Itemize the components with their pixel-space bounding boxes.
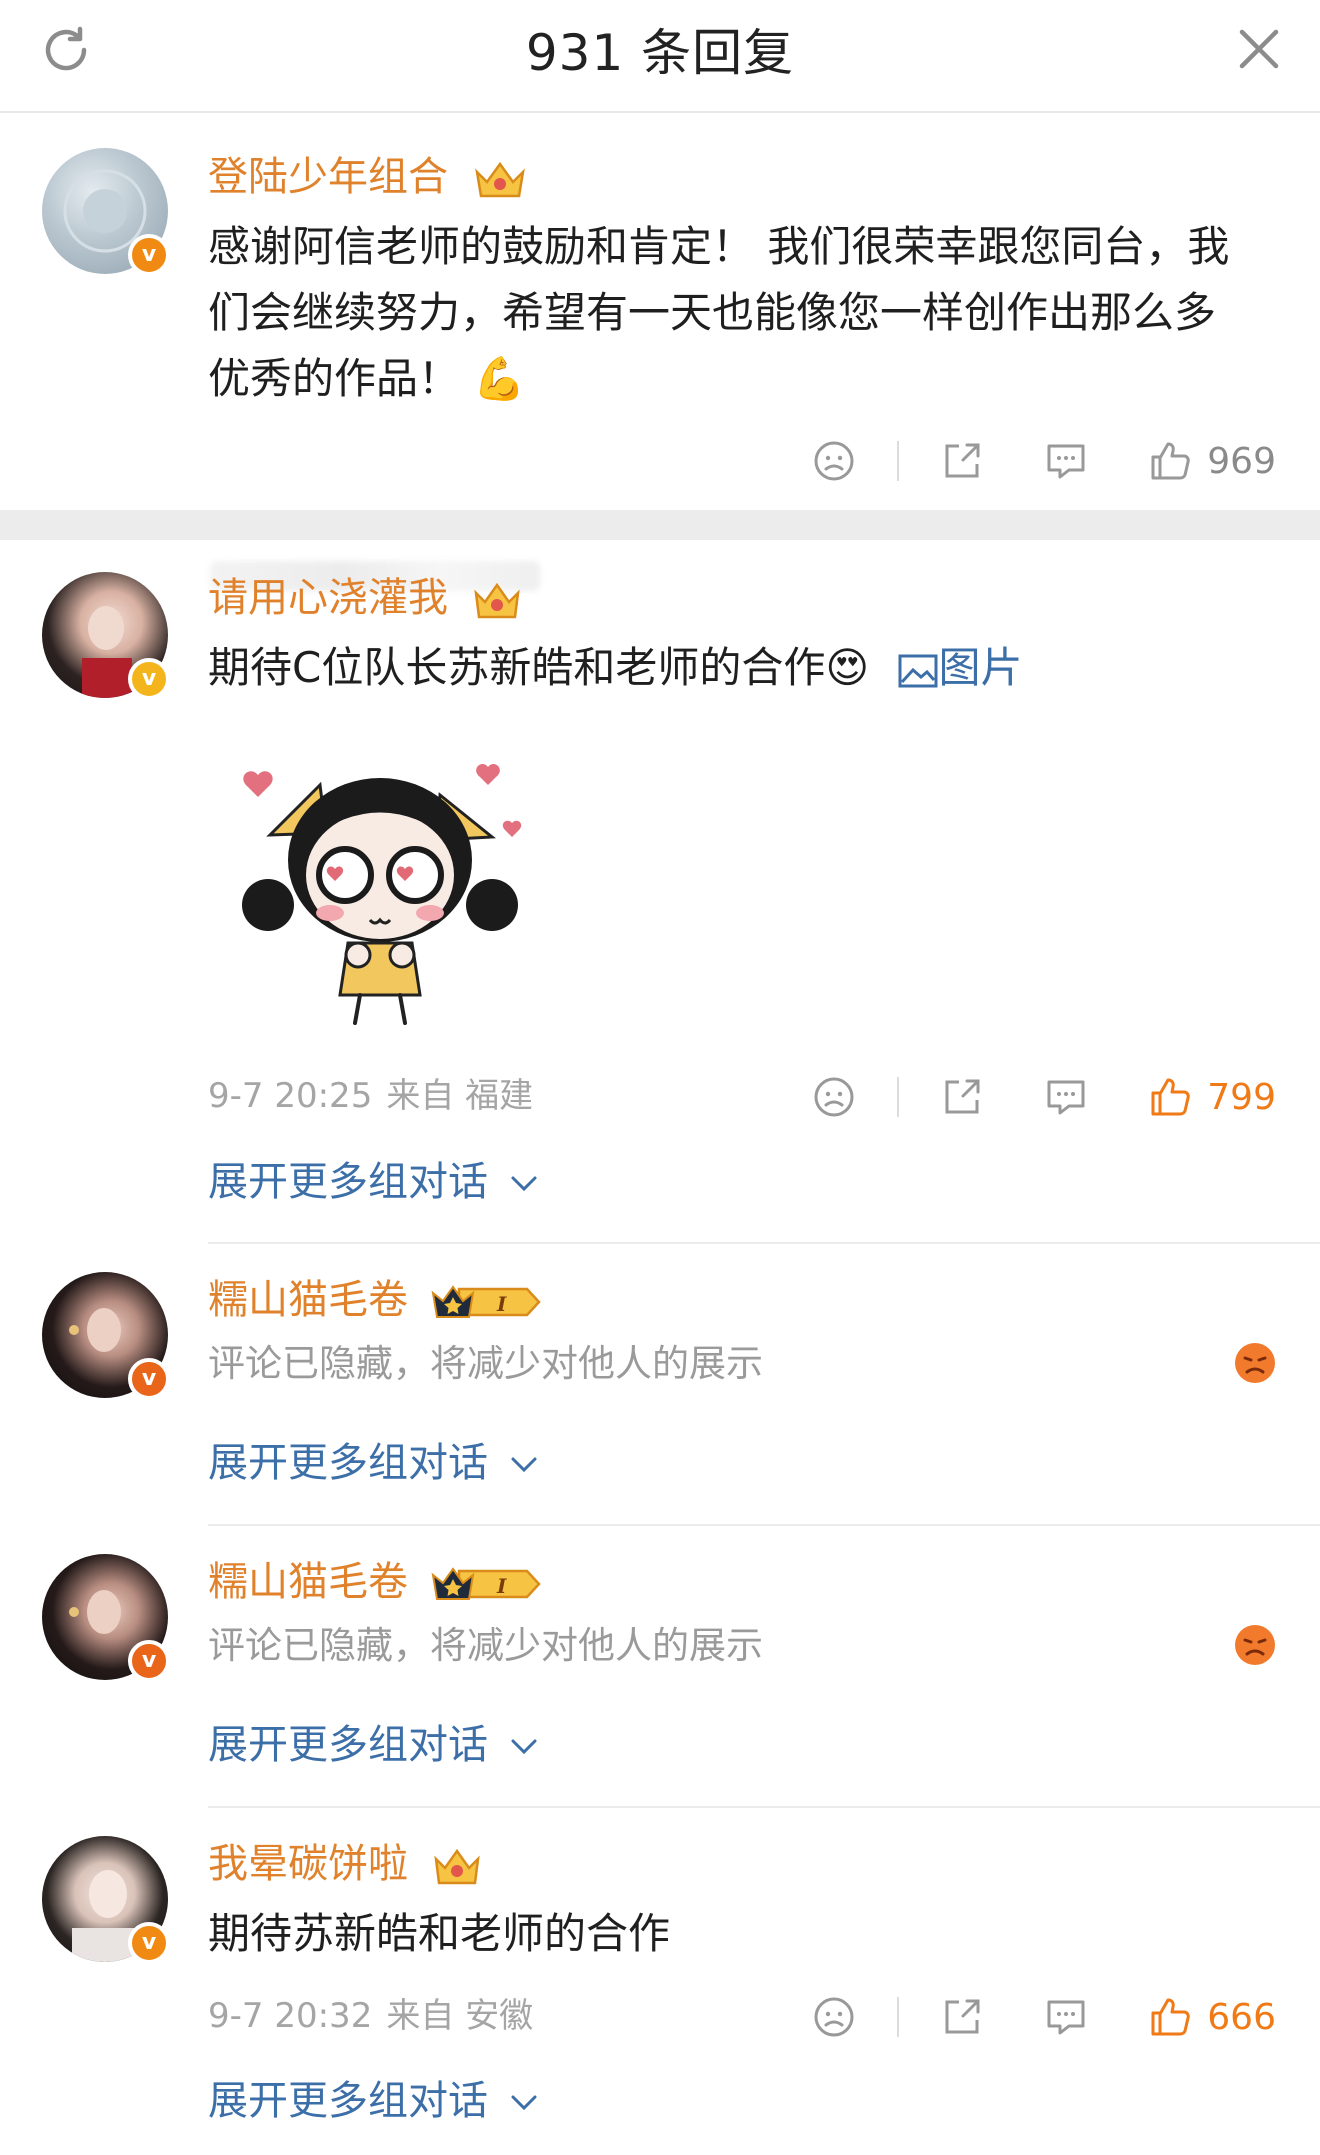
comment-text: 感谢阿信老师的鼓励和肯定！ 我们很荣幸跟您同台，我们会继续努力，希望有一天也能像… — [208, 222, 1230, 403]
comment-text: 期待苏新皓和老师的合作 — [208, 1909, 671, 1958]
verified-badge-icon: v — [128, 1640, 170, 1682]
hidden-notice: 评论已隐藏，将减少对他人的展示 — [208, 1624, 763, 1667]
expand-conversation-link[interactable]: 展开更多组对话 — [208, 1436, 539, 1490]
sad-face-icon[interactable] — [1232, 1340, 1278, 1386]
avatar[interactable]: v — [42, 572, 170, 700]
crown-icon — [474, 582, 520, 619]
chevron-down-icon — [511, 1739, 537, 1755]
badge-level-text: I — [496, 1574, 507, 1598]
like-icon[interactable] — [1147, 438, 1193, 484]
page-title: 931 条回复 — [525, 24, 795, 82]
verified-badge-icon: v — [128, 234, 170, 276]
comment-username[interactable]: 糯山猫毛卷 I — [208, 1274, 543, 1326]
header: 931 条回复 — [0, 0, 1320, 113]
comment-time: 9-7 20:25 — [208, 1076, 373, 1116]
crown-icon — [474, 161, 525, 198]
comment-text: 期待C位队长苏新皓和老师的合作😍 图片 — [208, 643, 1023, 692]
like-icon[interactable] — [1147, 1074, 1193, 1120]
comment-icon[interactable] — [1043, 1074, 1089, 1120]
heart-eyes-icon: 😍 — [825, 643, 870, 692]
share-icon[interactable] — [939, 1074, 985, 1120]
like-icon[interactable] — [1147, 1994, 1193, 2040]
avatar[interactable]: v — [42, 148, 170, 276]
comment-meta: 9-7 20:25 来自 福建 — [208, 1073, 533, 1119]
share-icon[interactable] — [939, 438, 985, 484]
image-link[interactable]: 图片 — [898, 643, 1023, 692]
avatar[interactable]: v — [42, 1272, 170, 1400]
reply-comment: v 请用心浇灌我 期待C位队长苏新皓和老师的合作😍 图片 9-7 20:25 来… — [0, 540, 1320, 1242]
comment-location: 来自 福建 — [386, 1076, 534, 1116]
expand-conversation-link[interactable]: 展开更多组对话 — [208, 1718, 539, 1772]
comment-icon[interactable] — [1043, 438, 1089, 484]
share-icon[interactable] — [939, 1994, 985, 2040]
chevron-down-icon — [511, 1176, 537, 1192]
comment-icon[interactable] — [1043, 1994, 1089, 2040]
dislike-icon[interactable] — [811, 1074, 857, 1120]
member-level-badge-icon: I — [431, 1567, 541, 1600]
divider — [897, 441, 900, 481]
close-icon[interactable] — [1234, 24, 1284, 74]
chevron-down-icon — [511, 1457, 537, 1473]
verified-badge-icon: v — [128, 1358, 170, 1400]
like-count: 799 — [1207, 1076, 1276, 1118]
comment-meta: 9-7 20:32 来自 安徽 — [208, 1993, 533, 2039]
expand-conversation-link[interactable]: 展开更多组对话 — [208, 2074, 539, 2128]
like-count: 666 — [1207, 1996, 1276, 2038]
reply-comment: v 我晕碳饼啦 期待苏新皓和老师的合作 9-7 20:32 来自 安徽 666 展… — [0, 1808, 1320, 2155]
comment-time: 9-7 20:32 — [208, 1996, 373, 2036]
dislike-icon[interactable] — [811, 438, 857, 484]
image-icon — [898, 654, 938, 687]
avatar[interactable]: v — [42, 1836, 170, 1964]
hidden-notice: 评论已隐藏，将减少对他人的展示 — [208, 1342, 763, 1385]
expand-conversation-link[interactable]: 展开更多组对话 — [208, 1155, 539, 1209]
comment-username[interactable]: 糯山猫毛卷 I — [208, 1556, 543, 1608]
comment-actions: 666 — [811, 1992, 1276, 2042]
divider — [897, 1997, 900, 2037]
comment-actions: 799 — [811, 1072, 1276, 1122]
crown-icon — [434, 1848, 480, 1885]
section-divider — [0, 510, 1320, 540]
sad-face-icon[interactable] — [1232, 1622, 1278, 1668]
flexed-biceps-icon: 💪 — [473, 354, 526, 403]
hidden-comment: v 糯山猫毛卷 I 评论已隐藏，将减少对他人的展示 展开更多组对话 — [0, 1244, 1320, 1526]
verified-badge-icon: v — [128, 658, 170, 700]
comment-username[interactable]: 登陆少年组合 — [208, 151, 529, 203]
verified-badge-icon: v — [128, 1922, 170, 1964]
root-comment: v 登陆少年组合 感谢阿信老师的鼓励和肯定！ 我们很荣幸跟您同台，我们会继续努力… — [0, 113, 1320, 591]
hidden-comment: v 糯山猫毛卷 I 评论已隐藏，将减少对他人的展示 展开更多组对话 — [0, 1526, 1320, 1808]
like-count: 969 — [1207, 440, 1276, 482]
comment-username[interactable]: 我晕碳饼啦 — [208, 1838, 483, 1890]
chevron-down-icon — [511, 2095, 537, 2111]
dislike-icon[interactable] — [811, 1994, 857, 2040]
comment-location: 来自 安徽 — [386, 1996, 534, 2036]
divider — [897, 1077, 900, 1117]
comment-username[interactable]: 请用心浇灌我 — [208, 572, 523, 624]
comment-actions: 969 — [811, 436, 1276, 486]
badge-level-text: I — [496, 1292, 507, 1316]
sticker-image[interactable] — [230, 745, 530, 1035]
member-level-badge-icon: I — [431, 1285, 541, 1318]
avatar[interactable]: v — [42, 1554, 170, 1682]
